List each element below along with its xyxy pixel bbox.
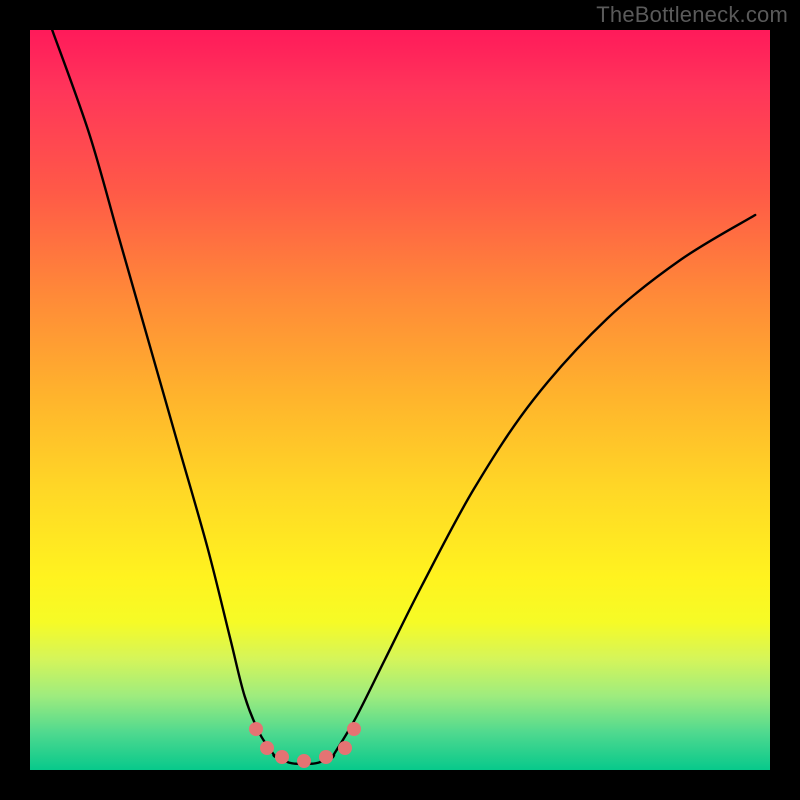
plot-area xyxy=(30,30,770,770)
watermark-text: TheBottleneck.com xyxy=(596,2,788,28)
gradient-fill xyxy=(30,30,770,770)
stage: TheBottleneck.com xyxy=(0,0,800,800)
